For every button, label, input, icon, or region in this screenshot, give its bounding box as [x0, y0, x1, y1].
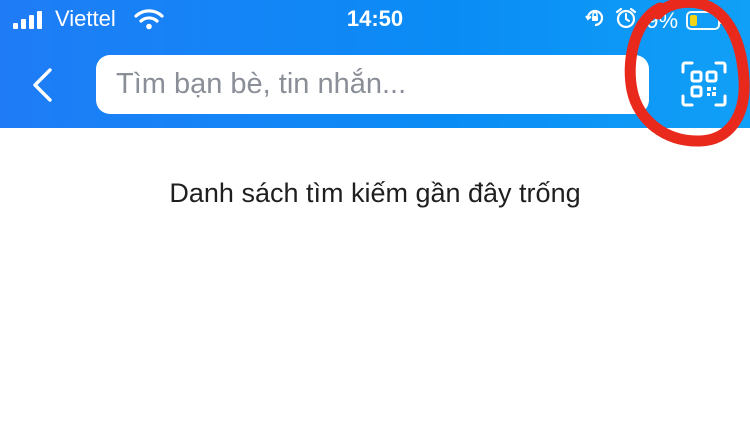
- app-header: Viettel 14:50 9% Tìm bạn bè, tin nhắn...: [0, 0, 750, 128]
- qr-scan-icon: [681, 61, 727, 107]
- rotation-lock-icon: [584, 7, 606, 34]
- back-button[interactable]: [20, 60, 64, 110]
- alarm-icon: [614, 6, 638, 35]
- search-box[interactable]: [96, 55, 649, 114]
- battery-icon: [686, 11, 723, 30]
- battery-fill: [690, 15, 697, 26]
- empty-recent-search-message: Danh sách tìm kiếm gần đây trống: [169, 178, 581, 208]
- qr-scan-button[interactable]: [680, 60, 728, 108]
- chevron-left-icon: [33, 68, 52, 102]
- status-right-group: 9%: [584, 6, 723, 35]
- status-bar: Viettel 14:50 9%: [0, 0, 750, 40]
- battery-percent: 9%: [646, 7, 678, 33]
- search-input[interactable]: [114, 67, 631, 102]
